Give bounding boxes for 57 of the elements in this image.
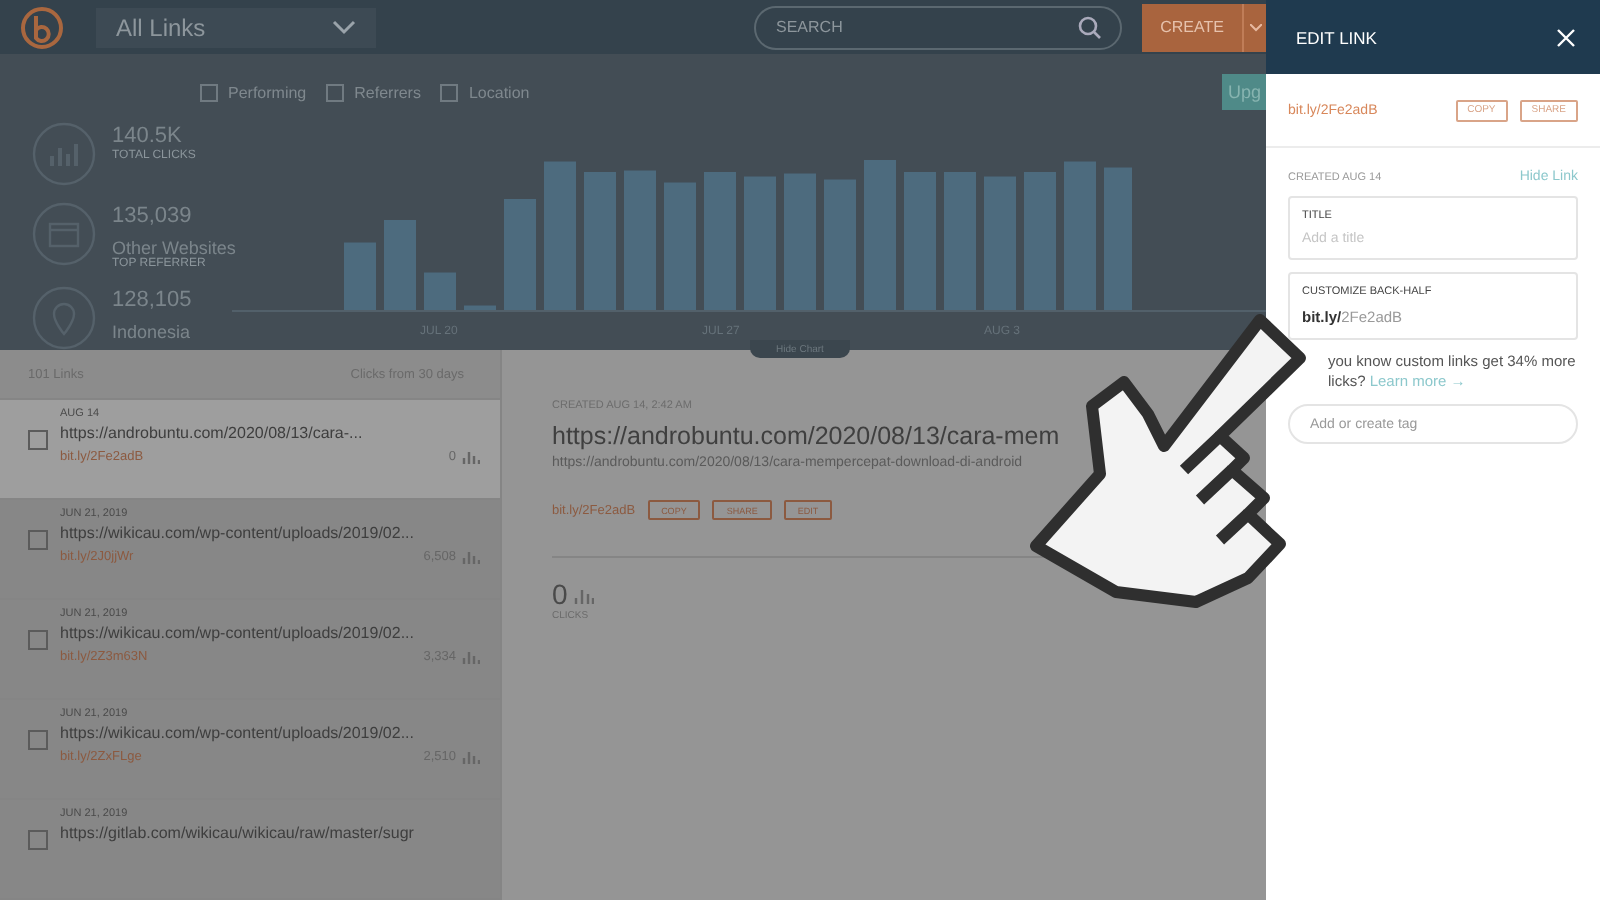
bar-chart-icon (462, 550, 480, 564)
chart-bar (664, 182, 696, 310)
stat-label: Indonesia (112, 322, 192, 342)
chart-bar (824, 179, 856, 310)
caret-icon (1249, 23, 1261, 31)
item-checkbox[interactable] (28, 530, 48, 550)
item-url: https://gitlab.com/wikicau/wikicau/raw/master/sugr (60, 824, 416, 842)
filter-checkbox[interactable] (440, 83, 459, 101)
bar-chart-icon (462, 650, 480, 664)
chart-bar (504, 199, 536, 310)
link-title: https://androbuntu.com/2020/08/13/cara-mem (552, 422, 1060, 450)
filter-checkbox[interactable] (326, 83, 345, 101)
search-field[interactable]: SEARCH (754, 5, 1122, 49)
chart-bar (904, 172, 936, 310)
chart-bar (944, 172, 976, 310)
chart-bar (384, 220, 416, 310)
logo-icon[interactable] (20, 5, 64, 49)
item-checkbox[interactable] (28, 730, 48, 750)
filter-label: Referrers (354, 83, 421, 101)
chart-bar (984, 176, 1016, 310)
chart-bar (464, 305, 496, 310)
close-icon[interactable] (1556, 27, 1576, 47)
stat-value: 135,039 (112, 202, 194, 230)
item-url: https://wikicau.com/wp-content/uploads/2019/02... (60, 624, 416, 642)
item-url: https://wikicau.com/wp-content/uploads/2019/02... (60, 524, 416, 542)
group-select[interactable]: All Links (96, 7, 376, 47)
bar-chart-icon (462, 750, 480, 764)
chevron-icon (332, 19, 356, 35)
stat-value: 140.5K (112, 122, 184, 149)
search-icon (1078, 15, 1102, 39)
chart-bar (1104, 167, 1132, 310)
filter-label: Performing (228, 83, 307, 101)
item-checkbox[interactable] (28, 830, 48, 850)
item-checkbox[interactable] (28, 430, 48, 450)
panel-title: EDIT LINK (1296, 27, 1377, 47)
chart-bar (584, 172, 616, 310)
stat-label: Other Websites (112, 238, 236, 258)
chart-bar (424, 272, 456, 310)
filter-checkbox[interactable] (200, 83, 218, 101)
item-url: https://wikicau.com/wp-content/uploads/2019/02... (60, 724, 416, 742)
bar-chart-icon (573, 588, 594, 604)
chart-bar (1024, 172, 1056, 310)
chart-bar (704, 172, 736, 310)
create-button[interactable]: CREATE (1142, 3, 1242, 51)
chart-bar (784, 173, 816, 310)
chart-bar (624, 170, 656, 310)
bar-chart-icon (462, 450, 480, 464)
chart-bar (344, 242, 376, 310)
click-total: 0 (552, 578, 568, 610)
map-pin-icon (32, 286, 96, 350)
chart-bar (744, 176, 776, 310)
create-menu-button[interactable] (1242, 3, 1266, 51)
filter-label: Location (468, 83, 530, 101)
item-url: https://androbuntu.com/2020/08/13/cara-... (60, 424, 365, 442)
item-checkbox[interactable] (28, 630, 48, 650)
upgrade-button[interactable]: Upg (1222, 74, 1266, 110)
stat-value: 128,105 (112, 286, 192, 314)
